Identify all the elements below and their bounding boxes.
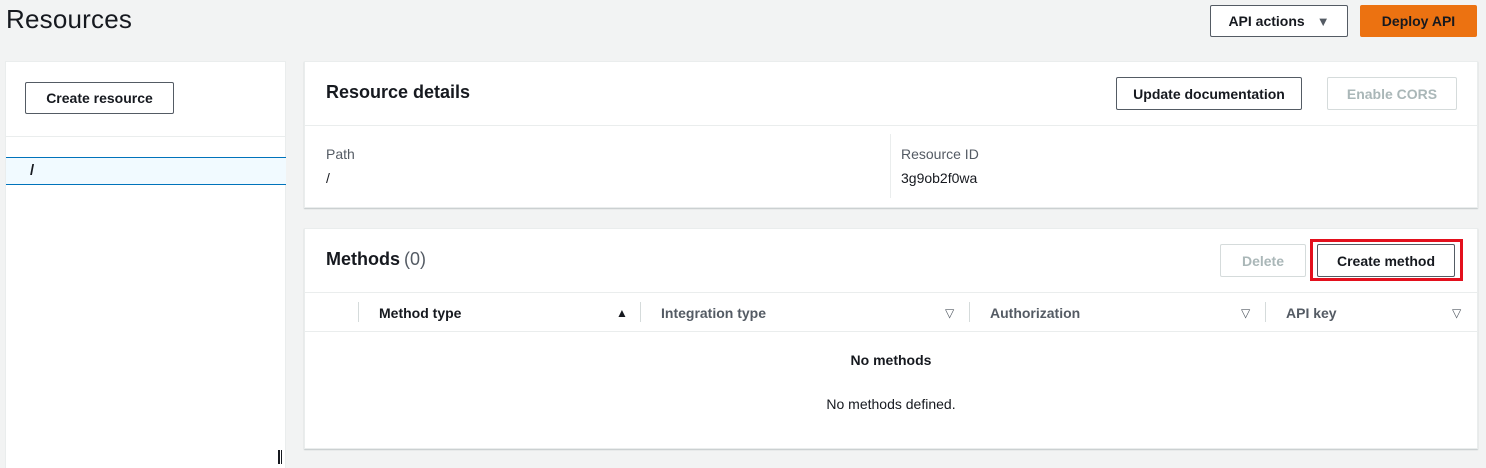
header-separator <box>640 302 641 322</box>
page-title: Resources <box>6 4 133 34</box>
header-separator <box>1265 302 1266 322</box>
caret-down-icon: ▼ <box>1316 13 1330 29</box>
tree-divider <box>6 136 285 137</box>
resource-id-label: Resource ID <box>901 146 979 162</box>
api-actions-button[interactable]: API actions ▼ <box>1210 5 1348 37</box>
methods-title: Methods (0) <box>326 249 426 270</box>
path-value: / <box>326 170 330 186</box>
methods-panel: Methods (0) Delete Create method Method t… <box>304 228 1478 449</box>
column-header-method-type[interactable]: Method type <box>379 305 461 321</box>
sort-icon[interactable]: ▽ <box>1452 306 1461 320</box>
resource-details-panel: Resource details Update documentation En… <box>304 61 1478 208</box>
methods-title-text: Methods <box>326 249 400 269</box>
sort-ascending-icon[interactable]: ▲ <box>616 306 628 320</box>
path-label: Path <box>326 146 355 162</box>
resource-tree-panel: Create resource / <box>5 61 286 468</box>
update-documentation-button[interactable]: Update documentation <box>1116 77 1302 110</box>
sort-icon[interactable]: ▽ <box>945 306 954 320</box>
column-header-api-key[interactable]: API key <box>1286 305 1337 321</box>
header-separator <box>969 302 970 322</box>
header-separator <box>358 302 359 322</box>
empty-state-title: No methods <box>850 352 932 368</box>
tree-item-root[interactable]: / <box>6 157 286 185</box>
api-actions-label: API actions <box>1228 13 1305 29</box>
deploy-api-button[interactable]: Deploy API <box>1360 5 1477 37</box>
table-header-top-border <box>305 292 1477 293</box>
column-header-integration-type[interactable]: Integration type <box>661 305 766 321</box>
sort-icon[interactable]: ▽ <box>1241 306 1250 320</box>
table-header-bottom-border <box>305 331 1477 332</box>
methods-count: (0) <box>404 249 426 269</box>
resize-handle-icon[interactable] <box>278 450 282 464</box>
resource-details-title: Resource details <box>326 82 471 102</box>
column-divider <box>890 134 891 198</box>
create-resource-button[interactable]: Create resource <box>25 82 174 114</box>
details-divider <box>305 125 1477 126</box>
empty-state-message: No methods defined. <box>826 396 956 412</box>
create-method-highlight <box>1310 239 1463 281</box>
delete-button[interactable]: Delete <box>1220 244 1306 277</box>
column-header-authorization[interactable]: Authorization <box>990 305 1080 321</box>
enable-cors-button[interactable]: Enable CORS <box>1327 77 1457 110</box>
resource-id-value: 3g9ob2f0wa <box>901 170 978 186</box>
